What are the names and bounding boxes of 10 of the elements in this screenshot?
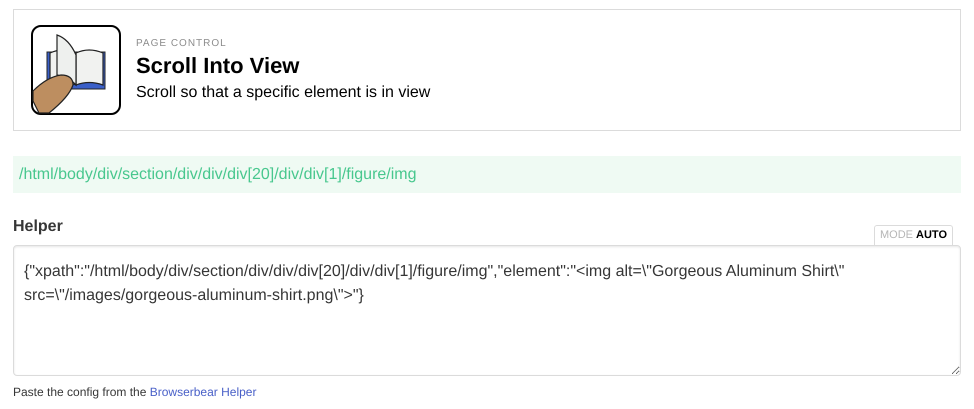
mode-toggle[interactable]: MODE AUTO — [874, 225, 953, 245]
book-hand-icon — [31, 25, 121, 115]
page-description: Scroll so that a specific element is in view — [136, 82, 430, 102]
helper-label: Helper — [13, 217, 63, 237]
helper-link[interactable]: Browserbear Helper — [150, 385, 256, 399]
category-label: PAGE CONTROL — [136, 36, 228, 50]
page-title: Scroll Into View — [136, 52, 300, 80]
xpath-bar: /html/body/div/section/div/div/div[20]/div/div[1]/figure/img — [13, 156, 961, 193]
helper-hint: Paste the config from the Browserbear Helper — [13, 384, 258, 401]
helper-field[interactable]: {"xpath":"/html/body/div/section/div/div/div[20]/div/div[1]/figure/img","element":"<img alt=\"Gorgeous Aluminum Shirt\" src=\"/images/gorgeous-aluminum-shirt.png\">"} — [13, 245, 961, 376]
